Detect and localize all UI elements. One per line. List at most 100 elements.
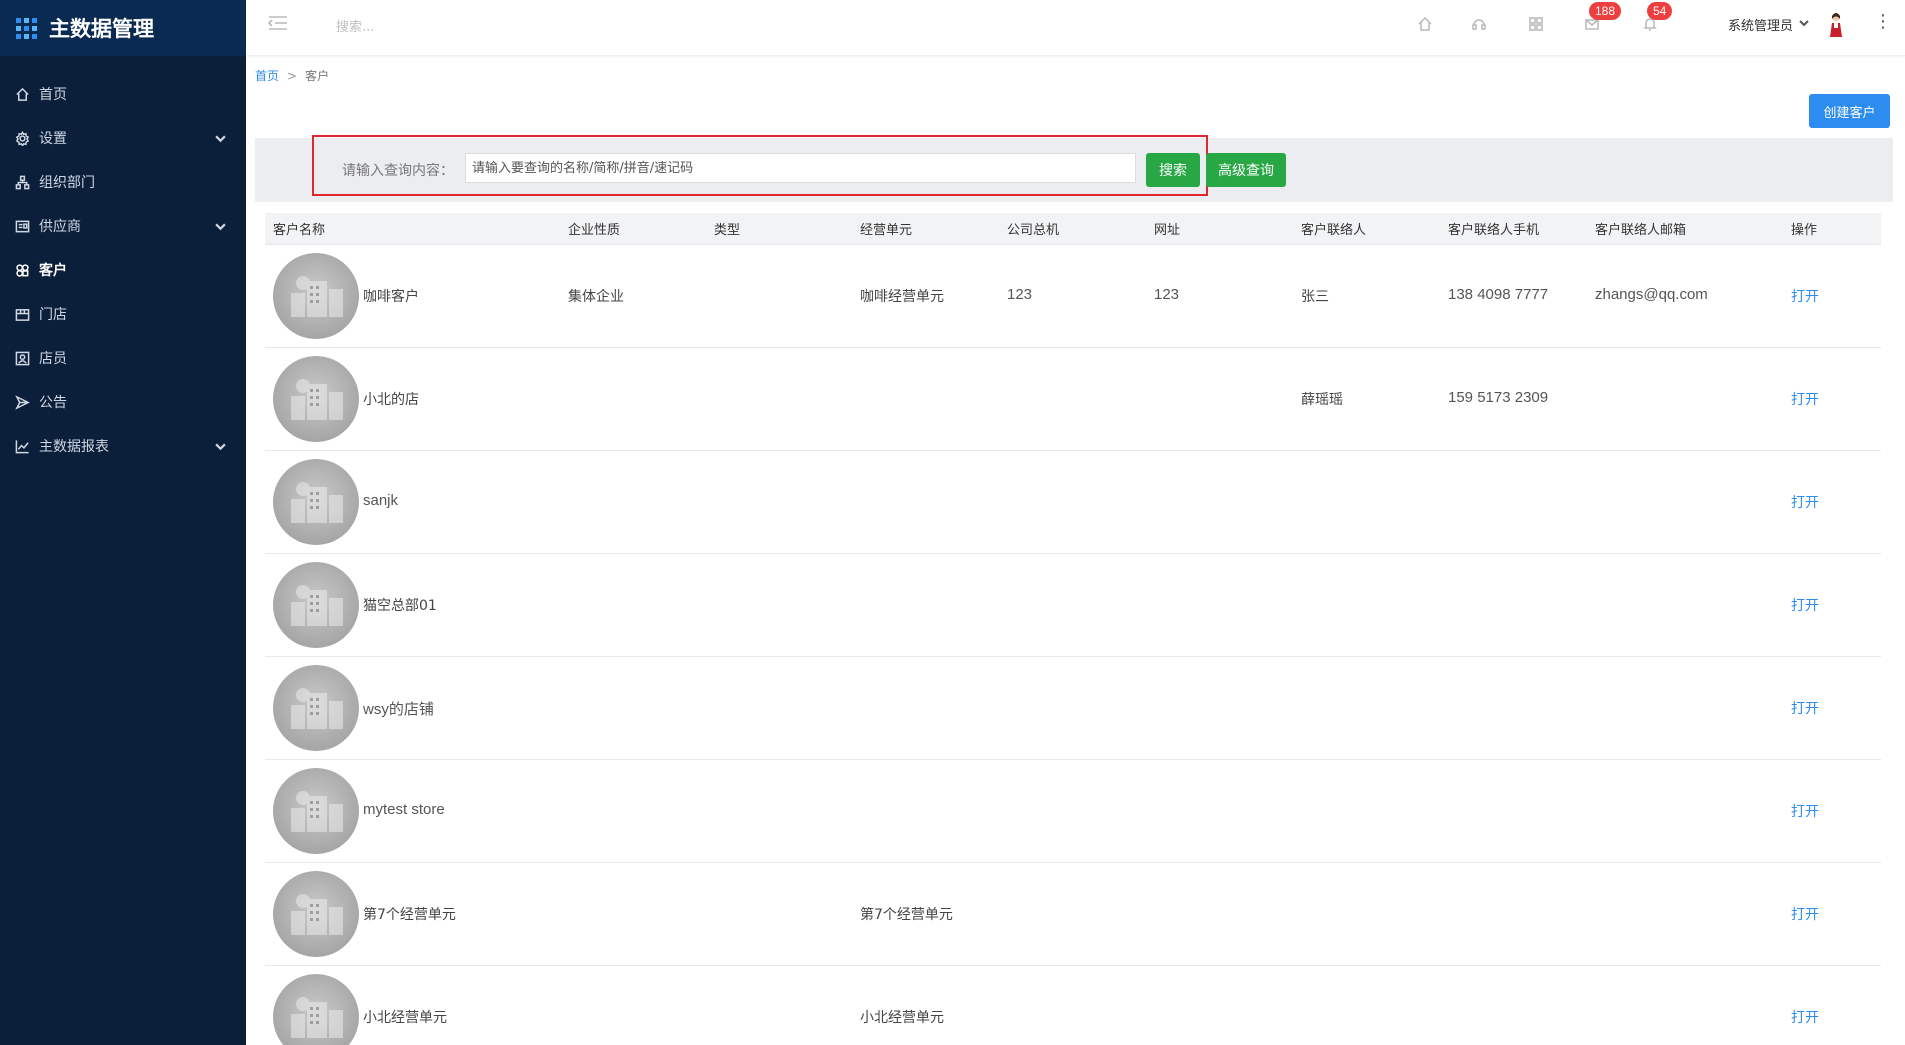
breadcrumb-separator: >	[287, 68, 298, 83]
create-customer-button[interactable]: 创建客户	[1809, 94, 1890, 128]
home-icon	[14, 86, 30, 102]
sidebar-item-7[interactable]: 公告	[0, 380, 246, 424]
open-link[interactable]: 打开	[1791, 1007, 1819, 1027]
global-search-input[interactable]	[336, 14, 636, 40]
open-link[interactable]: 打开	[1791, 286, 1819, 306]
sidebar-item-1[interactable]: 设置	[0, 116, 246, 160]
column-header: 客户名称	[273, 223, 326, 238]
sidebar-item-0[interactable]: 首页	[0, 72, 246, 116]
column-header: 客户联络人邮箱	[1595, 223, 1687, 238]
sidebar-item-label: 店员	[39, 351, 67, 367]
mail-count-badge: 188	[1589, 2, 1622, 20]
user-avatar[interactable]	[1824, 10, 1848, 38]
customer-icon	[14, 262, 30, 278]
sidebar-item-label: 设置	[39, 131, 67, 147]
cell-email: zhangs@qq.com	[1595, 286, 1708, 303]
customer-avatar	[273, 768, 359, 854]
open-link[interactable]: 打开	[1791, 801, 1819, 821]
table-row: 第7个经营单元 第7个经营单元 打开	[265, 863, 1881, 966]
open-link[interactable]: 打开	[1791, 904, 1819, 924]
column-header: 类型	[714, 223, 741, 238]
report-chart-icon	[14, 438, 30, 454]
customer-avatar	[273, 356, 359, 442]
advanced-search-button[interactable]: 高级查询	[1206, 153, 1286, 187]
sidebar-item-8[interactable]: 主数据报表	[0, 424, 246, 468]
app-title: 主数据管理	[49, 17, 154, 41]
cell-name: 第7个经营单元	[363, 907, 456, 923]
table-row: 咖啡客户 集体企业 咖啡经营单元 123 123 张三 138 4098 7777 zhang…	[265, 245, 1881, 348]
staff-icon	[14, 350, 30, 366]
headset-support-icon[interactable]	[1468, 13, 1490, 35]
sidebar: 主数据管理 首页设置组织部门供应商客户门店店员公告主数据报表	[0, 0, 246, 1045]
cell-name: 小北经营单元	[363, 1010, 447, 1026]
customer-avatar	[273, 562, 359, 648]
sidebar-item-label: 公告	[39, 395, 67, 411]
sidebar-item-6[interactable]: 店员	[0, 336, 246, 380]
supplier-icon	[14, 218, 30, 234]
sidebar-item-3[interactable]: 供应商	[0, 204, 246, 248]
table-header: 客户名称 企业性质 类型 经营单元 公司总机 网址 客户联络人 客户联络人手机 客户联络人邮箱 操…	[265, 213, 1881, 245]
home-shortcut-icon[interactable]	[1414, 13, 1436, 35]
breadcrumb: 首页 > 客户	[255, 67, 329, 84]
search-query-input[interactable]	[465, 153, 1136, 183]
chevron-down-icon	[1793, 17, 1809, 32]
customer-avatar	[273, 665, 359, 751]
cell-nature: 集体企业	[568, 289, 624, 305]
apps-grid-icon[interactable]	[1525, 13, 1547, 35]
sidebar-item-2[interactable]: 组织部门	[0, 160, 246, 204]
mail-icon[interactable]: 188	[1581, 2, 1622, 35]
sidebar-item-label: 供应商	[39, 219, 81, 235]
org-chart-icon	[14, 174, 30, 190]
customer-table: 客户名称 企业性质 类型 经营单元 公司总机 网址 客户联络人 客户联络人手机 客户联络人邮箱 操…	[265, 213, 1881, 1045]
open-link[interactable]: 打开	[1791, 492, 1819, 512]
cell-website: 123	[1154, 286, 1180, 303]
open-link[interactable]: 打开	[1791, 698, 1819, 718]
search-button[interactable]: 搜索	[1146, 153, 1200, 187]
more-vertical-icon[interactable]: ⋮	[1874, 13, 1892, 31]
user-menu[interactable]: 系统管理员	[1728, 15, 1809, 34]
table-row: mytest store 打开	[265, 760, 1881, 863]
cell-unit: 第7个经营单元	[860, 907, 953, 923]
cell-unit: 咖啡经营单元	[860, 289, 944, 305]
sidebar-item-label: 组织部门	[39, 175, 95, 191]
sidebar-item-label: 门店	[39, 307, 67, 323]
column-header: 企业性质	[568, 223, 621, 238]
customer-avatar	[273, 871, 359, 957]
cell-contact: 张三	[1301, 289, 1329, 305]
customer-avatar	[273, 459, 359, 545]
cell-name: wsy的店铺	[363, 701, 434, 718]
sidebar-item-5[interactable]: 门店	[0, 292, 246, 336]
gear-icon	[14, 130, 30, 146]
notification-count-badge: 54	[1647, 2, 1673, 20]
table-body: 咖啡客户 集体企业 咖啡经营单元 123 123 张三 138 4098 7777 zhang…	[265, 245, 1881, 1045]
sidebar-item-label: 客户	[39, 263, 67, 279]
open-link[interactable]: 打开	[1791, 389, 1819, 409]
announcement-icon	[14, 394, 30, 410]
sidebar-item-4[interactable]: 客户	[0, 248, 246, 292]
cell-name: 咖啡客户	[363, 289, 419, 305]
table-row: 小北经营单元 小北经营单元 打开	[265, 966, 1881, 1045]
chevron-down-icon	[215, 440, 226, 456]
column-header: 公司总机	[1007, 223, 1060, 238]
column-header: 客户联络人	[1301, 223, 1367, 238]
column-header: 经营单元	[860, 223, 913, 238]
sidebar-header: 主数据管理	[0, 0, 246, 56]
app-grid-logo-icon	[16, 17, 37, 39]
sidebar-menu: 首页设置组织部门供应商客户门店店员公告主数据报表	[0, 72, 246, 468]
table-row: 小北的店 薛瑶瑶 159 5173 2309 打开	[265, 348, 1881, 451]
cell-name: mytest store	[363, 801, 445, 818]
cell-contact: 薛瑶瑶	[1301, 392, 1343, 408]
column-header: 操作	[1791, 223, 1818, 238]
cell-phone: 123	[1007, 286, 1033, 303]
customer-avatar	[273, 253, 359, 339]
table-row: wsy的店铺 打开	[265, 657, 1881, 760]
cell-unit: 小北经营单元	[860, 1010, 944, 1026]
open-link[interactable]: 打开	[1791, 595, 1819, 615]
sidebar-item-label: 主数据报表	[39, 439, 109, 455]
menu-toggle-icon[interactable]	[267, 14, 288, 36]
breadcrumb-home-link[interactable]: 首页	[255, 67, 279, 84]
user-name: 系统管理员	[1728, 19, 1794, 34]
bell-icon[interactable]: 54	[1639, 2, 1673, 35]
customer-avatar	[273, 974, 359, 1045]
table-row: sanjk 打开	[265, 451, 1881, 554]
